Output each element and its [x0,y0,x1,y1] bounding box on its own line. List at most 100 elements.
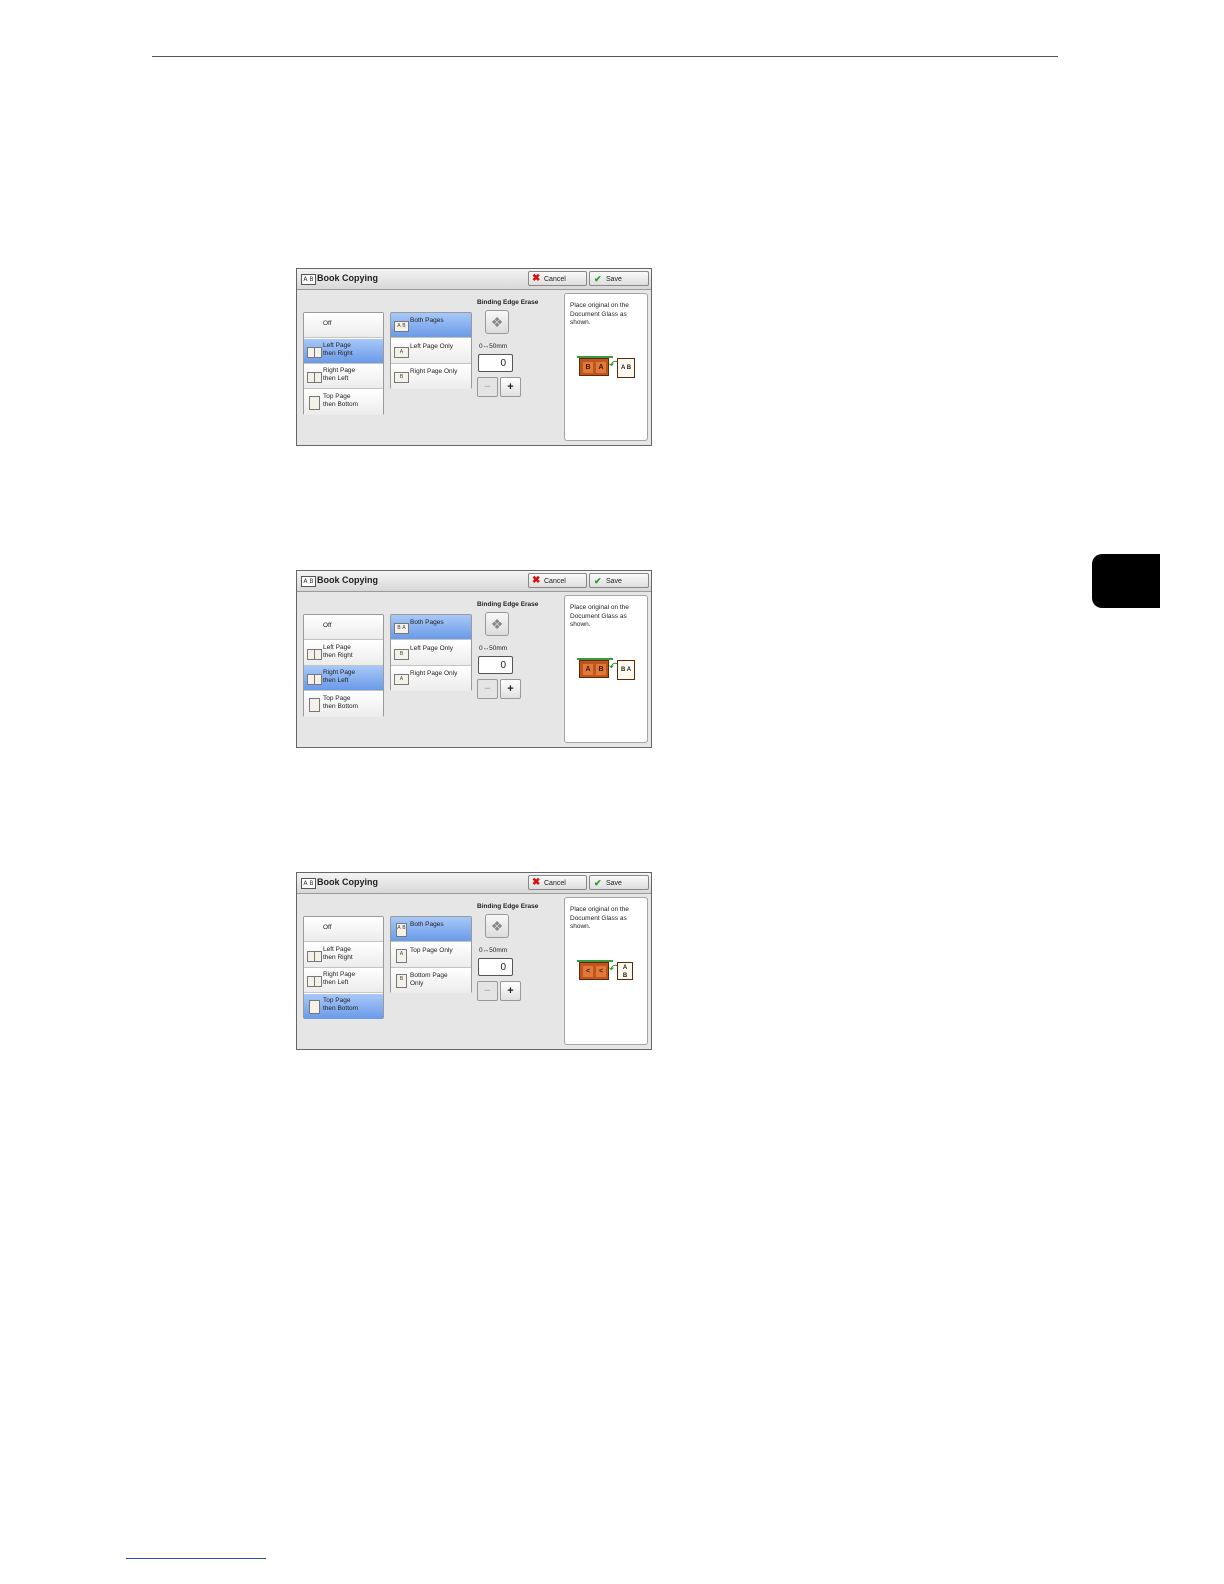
mode-option-label: Left Page then Right [323,643,353,659]
open-book-icon [307,346,322,358]
save-label: Save [606,276,622,283]
cancel-button[interactable]: ✖ Cancel [528,875,587,890]
mode-option-label: Left Page then Right [323,945,353,961]
open-book-icon [307,674,322,685]
page-option-bottom-page-only[interactable]: B Bottom Page Only [391,968,471,993]
mode-option-left-page-then-right[interactable]: Left Page then Right [304,942,383,968]
glass-page-mark: B [583,362,593,373]
instruction-text: Place original on the Document Glass as … [570,604,629,628]
title-bar: A B Book Copying ✖ Cancel ✔ Save [297,571,651,592]
mode-option-label: Top Page then Bottom [323,694,359,710]
binding-edge-erase-label: Binding Edge Erase [477,903,539,910]
page-icon: A [394,346,409,358]
document-glass-image: B A [577,356,613,376]
mode-option-left-page-then-right[interactable]: Left Page then Right [304,640,383,666]
page-option-left-page-only[interactable]: A Left Page Only [391,338,471,364]
mode-option-label: Top Page then Bottom [323,996,359,1012]
output-document-image: A B [617,358,635,378]
cancel-x-icon: ✖ [532,877,541,888]
decrease-button[interactable]: − [477,679,498,699]
page-icon: A [394,674,409,685]
increase-button[interactable]: + [500,679,521,699]
page-option-label: Right Page Only [410,670,458,677]
cancel-button[interactable]: ✖ Cancel [528,573,587,588]
binding-edge-value-field[interactable]: 0 [478,354,513,372]
glass-page-mark: < [596,966,606,977]
open-book-icon [307,950,322,962]
mode-option-off[interactable]: Off [304,917,383,942]
glass-page-mark: < [583,966,593,977]
save-button[interactable]: ✔ Save [589,271,649,286]
range-label: 0↔50mm [479,947,508,954]
instruction-text: Place original on the Document Glass as … [570,302,629,326]
document-glass-image: A B [577,658,613,678]
mode-option-label: Top Page then Bottom [323,392,359,408]
output-document-image: B A [617,660,635,680]
cancel-label: Cancel [544,880,566,887]
save-button[interactable]: ✔ Save [589,875,649,890]
page-option-label: Both Pages [410,619,444,626]
mode-option-label: Right Page then Left [323,367,356,382]
open-book-icon [307,372,322,383]
page-option-right-page-only[interactable]: B Right Page Only [391,364,471,389]
binding-edge-value-field[interactable]: 0 [478,656,513,674]
mode-option-top-page-then-bottom[interactable]: Top Page then Bottom [304,389,383,415]
open-book-icon [307,976,322,987]
book-copying-icon: A B [301,274,316,285]
binding-edge-erase-label: Binding Edge Erase [477,601,539,608]
output-document-image: AB [617,962,633,980]
binding-edge-icon: ❖ [485,612,509,636]
mode-option-label: Off [323,622,332,629]
mode-option-label: Left Page then Right [323,341,353,357]
instruction-text: Place original on the Document Glass as … [570,906,629,930]
mode-option-label: Right Page then Left [323,971,356,986]
binding-edge-value-field[interactable]: 0 [478,958,513,976]
page-icon: B [396,974,407,988]
page-option-left-page-only[interactable]: B Left Page Only [391,640,471,666]
binding-edge-erase-label: Binding Edge Erase [477,299,539,306]
page-option-both-pages[interactable]: A B Both Pages [391,917,471,942]
mode-option-label: Off [323,924,332,931]
vertical-book-icon [309,395,320,410]
binding-edge-icon: ❖ [485,310,509,334]
vertical-book-icon [309,697,320,712]
glass-page-mark: B [596,664,606,675]
instruction-box: Place original on the Document Glass as … [564,293,648,441]
cancel-label: Cancel [544,276,566,283]
increase-button[interactable]: + [500,377,521,397]
book-mode-list: Off Left Page then Right Right Page then Lef… [303,916,384,1019]
vertical-book-icon [309,999,320,1014]
title-bar: A B Book Copying ✖ Cancel ✔ Save [297,269,651,290]
page-option-label: Top Page Only [410,946,453,954]
mode-option-top-page-then-bottom[interactable]: Top Page then Bottom [304,691,383,717]
mode-option-right-page-then-left[interactable]: Right Page then Left [304,364,383,389]
instruction-box: Place original on the Document Glass as … [564,897,648,1045]
book-copying-icon: A B [301,576,316,587]
page-option-both-pages[interactable]: A B Both Pages [391,313,471,338]
cancel-x-icon: ✖ [532,575,541,586]
page-option-label: Right Page Only [410,368,458,375]
open-book-icon [307,648,322,660]
document-glass-illustration: < < ⤺ AB [577,960,635,984]
increase-button[interactable]: + [500,981,521,1001]
mode-option-right-page-then-left[interactable]: Right Page then Left [304,968,383,993]
page-option-right-page-only[interactable]: A Right Page Only [391,666,471,691]
page-option-label: Left Page Only [410,342,453,350]
mode-option-off[interactable]: Off [304,313,383,338]
mode-option-off[interactable]: Off [304,615,383,640]
page-icon: A [396,948,407,963]
mode-option-right-page-then-left[interactable]: Right Page then Left [304,666,383,691]
page-option-top-page-only[interactable]: A Top Page Only [391,942,471,968]
mode-option-left-page-then-right[interactable]: Left Page then Right [304,338,383,364]
save-button[interactable]: ✔ Save [589,573,649,588]
page-icon: B [394,372,409,383]
page-icon: B [394,648,409,660]
decrease-button[interactable]: − [477,981,498,1001]
book-copying-screen: A B Book Copying ✖ Cancel ✔ Save Off Left… [296,872,652,1050]
page-option-both-pages[interactable]: B A Both Pages [391,615,471,640]
decrease-button[interactable]: − [477,377,498,397]
glass-page-mark: A [596,362,606,373]
cancel-button[interactable]: ✖ Cancel [528,271,587,286]
document-glass-image: < < [577,960,613,980]
mode-option-top-page-then-bottom[interactable]: Top Page then Bottom [304,993,383,1019]
